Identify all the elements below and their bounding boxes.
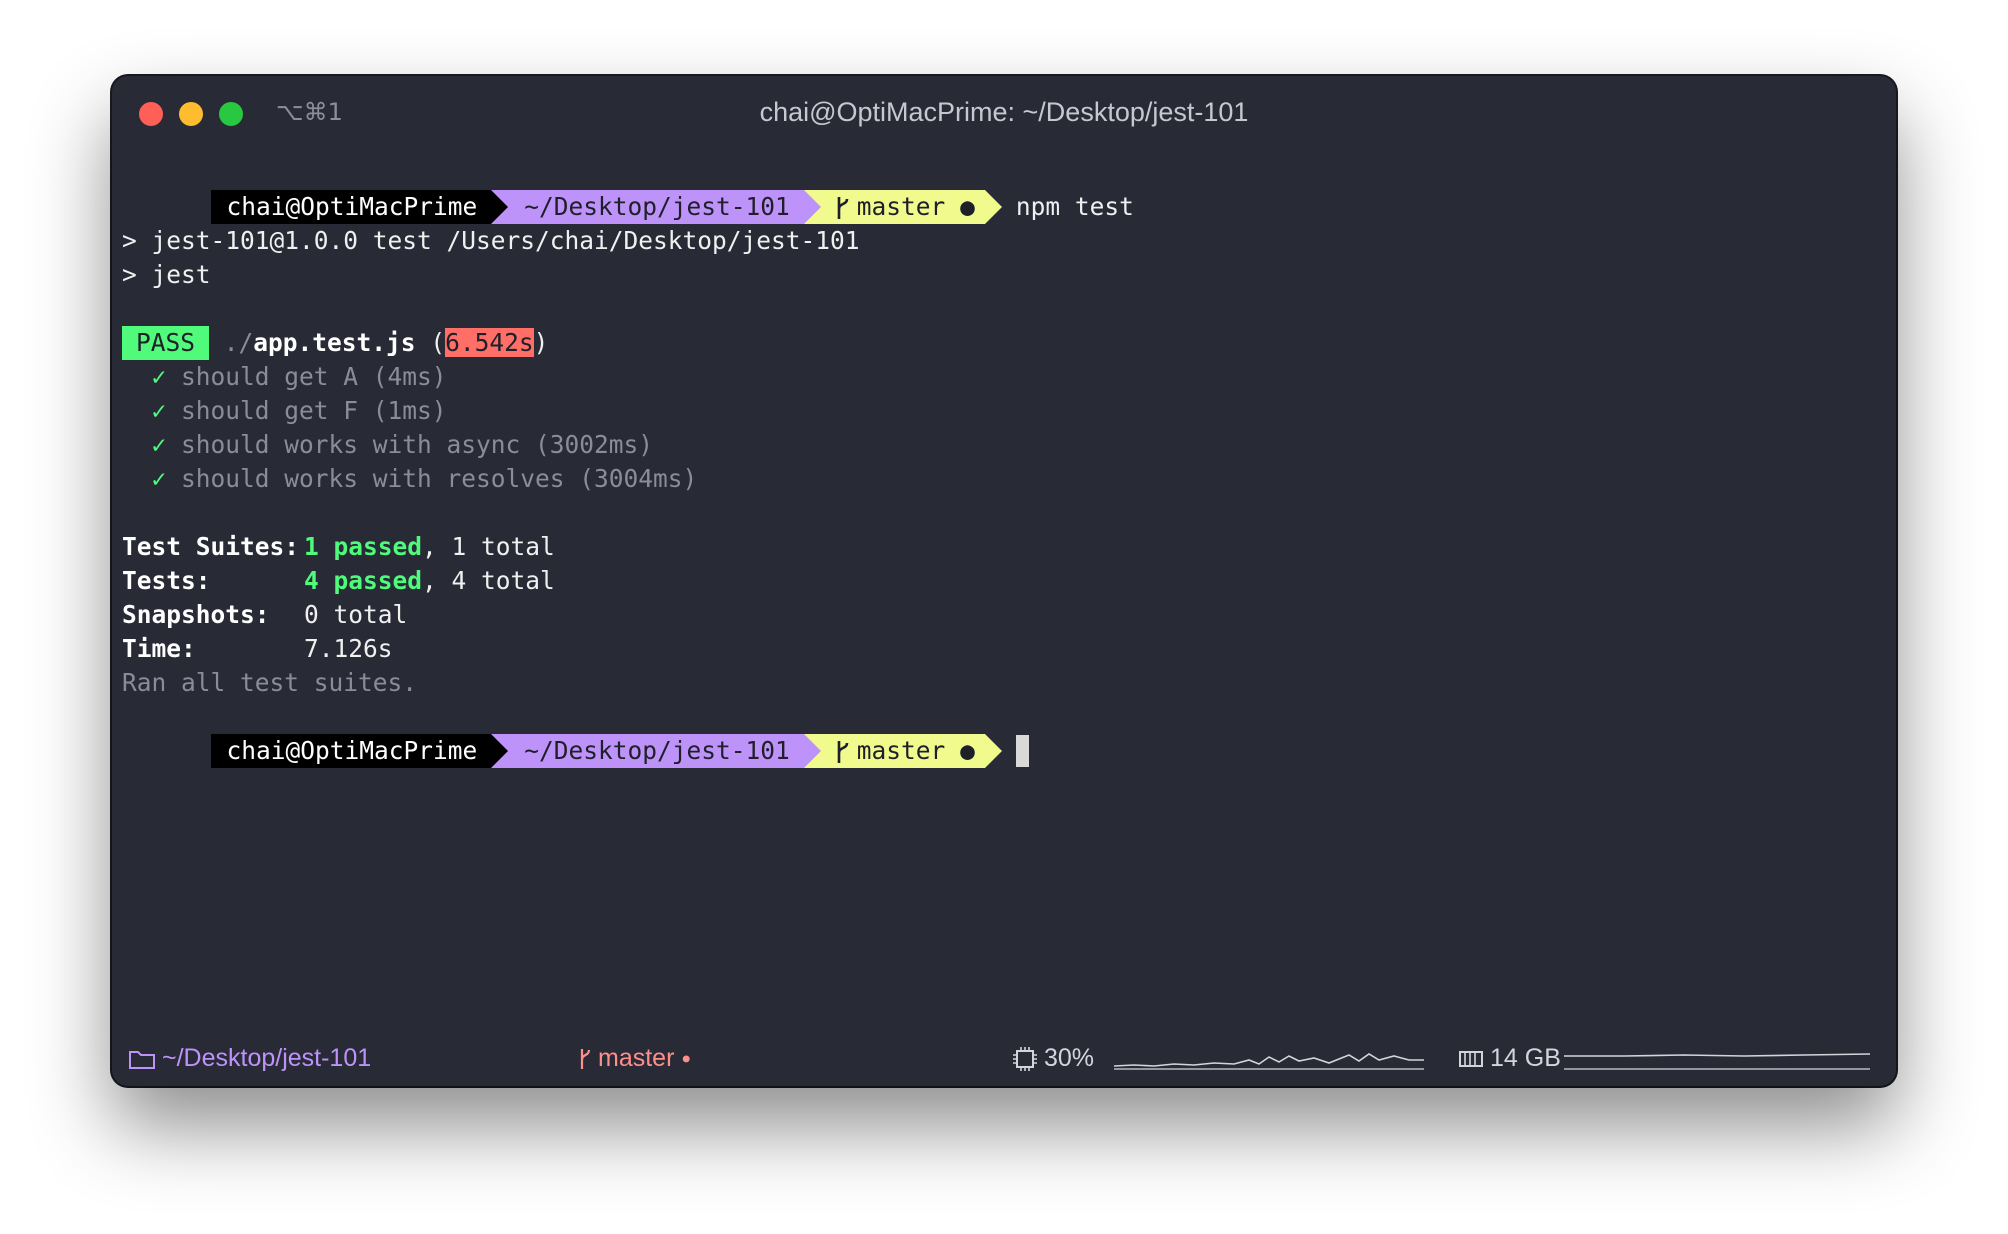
status-dirty-dot: ● xyxy=(681,1050,692,1068)
prompt-separator xyxy=(803,190,821,224)
prompt-separator xyxy=(491,734,509,768)
summary-time-value: 7.126s xyxy=(304,634,393,663)
summary-snapshots: Snapshots: 0 total xyxy=(122,598,1896,632)
summary-passed: 1 passed xyxy=(304,532,423,561)
status-path[interactable]: ~/Desktop/jest-101 xyxy=(128,1044,371,1073)
git-branch-icon xyxy=(837,197,849,219)
cpu-percent: 30% xyxy=(1044,1044,1095,1072)
summary-time: Time: 7.126s xyxy=(122,632,1896,666)
prompt: chai@OptiMacPrime ~/Desktop/jest-101 maste… xyxy=(210,190,1134,224)
cpu-sparkline xyxy=(1114,1053,1424,1070)
prompt-user: chai@OptiMacPrime xyxy=(210,734,492,768)
status-bar: ~/Desktop/jest-101 master ● 30% 14 GB xyxy=(112,1030,1896,1086)
check-icon: ✓ xyxy=(151,430,167,459)
prompt-separator xyxy=(984,734,1002,768)
test-result: ✓ should get A (4ms) xyxy=(122,360,1896,394)
summary-tests: Tests: 4 passed, 4 total xyxy=(122,564,1896,598)
prompt-git: master ● xyxy=(820,734,985,768)
prompt-line: chai@OptiMacPrime ~/Desktop/jest-101 maste… xyxy=(122,156,1896,224)
script-line: > jest xyxy=(122,260,211,289)
git-branch-icon xyxy=(580,1049,591,1070)
dirty-indicator: ● xyxy=(960,736,975,765)
status-branch[interactable]: master ● xyxy=(578,1044,691,1073)
memory-value: 14 GB xyxy=(1490,1044,1561,1072)
test-name: should works with async (3002ms) xyxy=(181,430,654,459)
check-icon: ✓ xyxy=(151,464,167,493)
status-cpu: 30% xyxy=(1012,1044,1094,1073)
summary-label: Test Suites: xyxy=(122,532,300,561)
summary-label: Tests: xyxy=(122,566,211,595)
check-icon: ✓ xyxy=(151,362,167,391)
git-branch-icon xyxy=(837,741,849,763)
summary-passed: 4 passed xyxy=(304,566,423,595)
text-cursor[interactable] xyxy=(1015,735,1029,767)
pass-badge: PASS xyxy=(122,326,210,360)
memory-sparkline xyxy=(1564,1053,1870,1070)
prompt-branch: master xyxy=(856,736,946,765)
prompt-separator xyxy=(803,734,821,768)
prompt-path: ~/Desktop/jest-101 xyxy=(508,734,804,768)
test-result: ✓ should get F (1ms) xyxy=(122,394,1896,428)
summary-suites: Test Suites: 1 passed, 1 total xyxy=(122,530,1896,564)
test-name: should get A (4ms) xyxy=(181,362,447,391)
prompt-line: chai@OptiMacPrime ~/Desktop/jest-101 maste… xyxy=(122,700,1896,768)
prompt: chai@OptiMacPrime ~/Desktop/jest-101 maste… xyxy=(210,734,1029,768)
summary-label: Snapshots: xyxy=(122,600,270,629)
summary-total: 4 total xyxy=(451,566,555,595)
summary-total: 0 total xyxy=(304,600,408,629)
prompt-separator xyxy=(984,190,1002,224)
test-name: should works with resolves (3004ms) xyxy=(181,464,698,493)
check-icon: ✓ xyxy=(151,396,167,425)
prompt-path: ~/Desktop/jest-101 xyxy=(508,190,804,224)
ran-all-line: Ran all test suites. xyxy=(122,668,418,697)
test-result: ✓ should works with resolves (3004ms) xyxy=(122,462,1896,496)
command-text: npm test xyxy=(1015,192,1134,221)
prompt-branch: master xyxy=(856,192,946,221)
cpu-icon xyxy=(1013,1047,1037,1072)
file-dir: ./ xyxy=(223,328,254,357)
file-name: app.test.js xyxy=(253,328,416,357)
terminal-output[interactable]: chai@OptiMacPrime ~/Desktop/jest-101 maste… xyxy=(122,156,1896,768)
test-name: should get F (1ms) xyxy=(181,396,447,425)
prompt-separator xyxy=(491,190,509,224)
summary-label: Time: xyxy=(122,634,196,663)
window-title: chai@OptiMacPrime: ~/Desktop/jest-101 xyxy=(759,97,1249,127)
status-branch-text: master xyxy=(598,1044,675,1072)
test-result: ✓ should works with async (3002ms) xyxy=(122,428,1896,462)
memory-icon xyxy=(1459,1051,1483,1068)
prompt-git: master ● xyxy=(820,190,985,224)
summary-total: 1 total xyxy=(451,532,555,561)
file-time: 6.542s xyxy=(445,328,534,357)
script-line: > jest-101@1.0.0 test /Users/chai/Deskto… xyxy=(122,226,860,255)
prompt-user: chai@OptiMacPrime xyxy=(210,190,492,224)
status-path-text: ~/Desktop/jest-101 xyxy=(162,1044,372,1072)
title-bar: ⌥⌘1 chai@OptiMacPrime: ~/Desktop/jest-10… xyxy=(112,76,1896,152)
dirty-indicator: ● xyxy=(960,192,975,221)
status-memory: 14 GB xyxy=(1458,1044,1561,1073)
folder-icon xyxy=(129,1051,155,1070)
test-file-result: PASS ./app.test.js (6.542s) xyxy=(122,326,1896,360)
terminal-window: ⌥⌘1 chai@OptiMacPrime: ~/Desktop/jest-10… xyxy=(112,76,1896,1086)
